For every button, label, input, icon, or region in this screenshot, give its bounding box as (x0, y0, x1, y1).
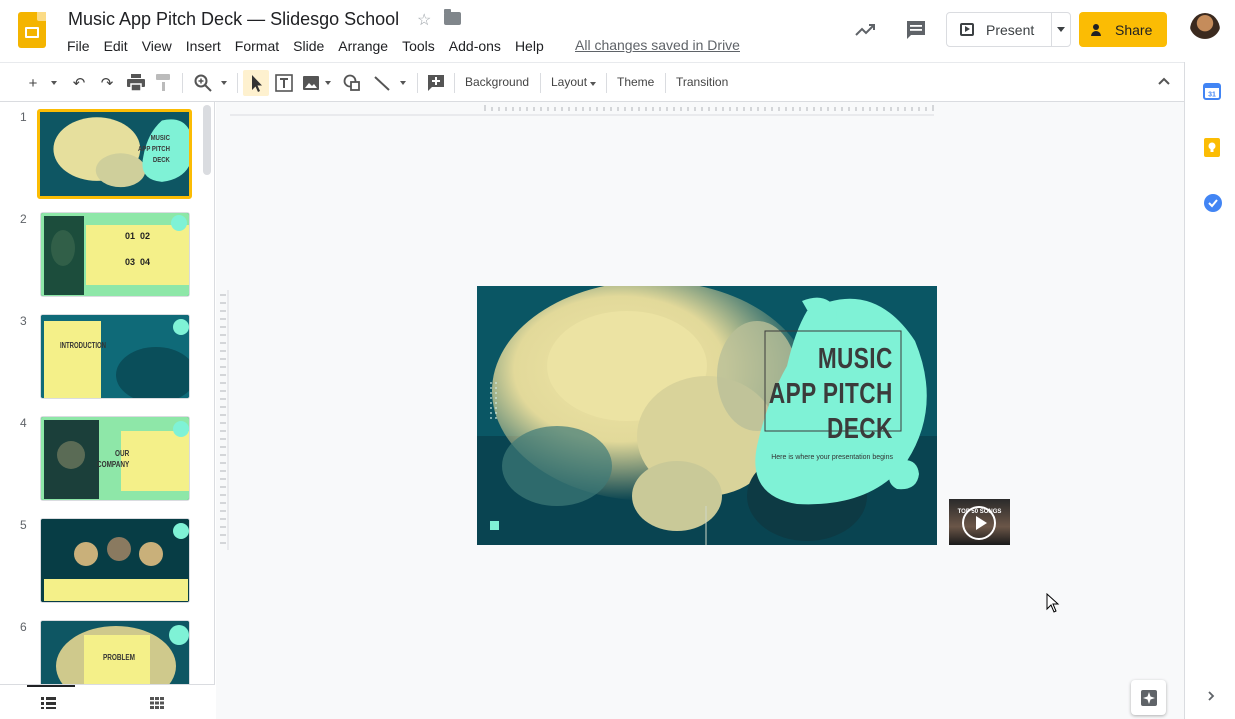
app-header: Music App Pitch Deck — Slidesgo School ☆… (0, 0, 1235, 62)
layout-dropdown-icon (590, 82, 597, 86)
text-box-icon[interactable] (275, 74, 293, 92)
redo-icon[interactable]: ↷ (96, 71, 118, 95)
play-icon[interactable] (962, 506, 996, 540)
thumbnail-number: 01 (125, 231, 136, 241)
filmstrip-view-icon[interactable] (41, 697, 56, 709)
filmstrip-scrollbar[interactable] (203, 105, 211, 175)
slide-subtitle[interactable]: Here is where your presentation begins (771, 454, 893, 461)
comment-icon[interactable] (904, 18, 928, 42)
present-button-group: Present (946, 12, 1071, 47)
slide-number: 2 (20, 212, 27, 226)
slide-thumbnail-art (41, 213, 189, 296)
keep-icon[interactable] (1204, 138, 1220, 157)
paint-format-icon[interactable] (156, 74, 172, 91)
slide-number: 3 (20, 314, 27, 328)
calendar-icon[interactable]: 31 (1203, 82, 1221, 100)
slide-thumbnail-art (41, 519, 189, 602)
slide-number: 4 (20, 416, 27, 430)
side-panel: 31 (1184, 62, 1235, 719)
menu-format[interactable]: Format (228, 37, 286, 55)
present-icon (960, 23, 974, 36)
shape-icon[interactable] (343, 74, 361, 92)
vertical-ruler[interactable] (217, 290, 229, 550)
menu-arrange[interactable]: Arrange (331, 37, 395, 55)
slide-thumbnail-3[interactable]: INTRODUCTION (40, 314, 190, 399)
menu-add-ons[interactable]: Add-ons (442, 37, 508, 55)
present-button[interactable]: Present (947, 13, 1051, 46)
menu-slide[interactable]: Slide (286, 37, 331, 55)
slide-thumbnail-4[interactable]: OUR COMPANY (40, 416, 190, 501)
expand-panel-chevron-icon[interactable] (1207, 690, 1215, 702)
collapse-toolbar-chevron-icon[interactable] (1157, 76, 1171, 86)
transition-button[interactable]: Transition (676, 75, 728, 89)
thumbnail-number: 02 (140, 231, 151, 241)
current-slide[interactable]: MUSIC APP PITCH DECK Here is where your … (477, 286, 937, 545)
explore-icon (1140, 689, 1157, 706)
menu-help[interactable]: Help (508, 37, 551, 55)
menu-insert[interactable]: Insert (179, 37, 228, 55)
new-slide-icon[interactable]: + (24, 71, 42, 95)
theme-button[interactable]: Theme (617, 75, 654, 89)
slides-logo-icon[interactable] (18, 12, 46, 48)
slide-number: 5 (20, 518, 27, 532)
explore-button[interactable] (1131, 680, 1166, 715)
share-button[interactable]: Share (1079, 12, 1167, 47)
folder-icon[interactable] (444, 9, 461, 25)
menu-tools[interactable]: Tools (395, 37, 442, 55)
filmstrip-panel: 1 MUSIC APP PITCH DECK 2 01 02 03 04 3 I… (0, 102, 215, 719)
slide-thumbnail-2[interactable]: 01 02 03 04 (40, 212, 190, 297)
mouse-cursor-icon (1046, 593, 1060, 613)
menu-view[interactable]: View (135, 37, 179, 55)
layout-button[interactable]: Layout (551, 75, 597, 89)
undo-icon[interactable]: ↶ (68, 71, 90, 95)
toolbar: + ↶ ↷ Background Layout Theme Transition (0, 62, 1184, 102)
save-status-link[interactable]: All changes saved in Drive (575, 37, 740, 53)
slide-thumbnail-1[interactable]: MUSIC APP PITCH DECK (37, 109, 192, 199)
add-comment-icon[interactable] (427, 74, 445, 92)
svg-text:31: 31 (1208, 92, 1216, 99)
share-label: Share (1115, 21, 1153, 38)
add-person-icon (1091, 23, 1107, 36)
line-icon[interactable] (373, 74, 391, 92)
thumbnail-title: OUR COMPANY (97, 449, 130, 469)
menu-edit[interactable]: Edit (97, 37, 135, 55)
layout-label: Layout (551, 75, 588, 89)
menu-file[interactable]: File (60, 37, 97, 55)
zoom-icon[interactable] (194, 74, 212, 92)
background-button[interactable]: Background (465, 75, 529, 89)
image-dropdown-icon[interactable] (322, 71, 334, 95)
print-icon[interactable] (127, 74, 145, 91)
zoom-dropdown-icon[interactable] (218, 71, 230, 95)
slide-thumbnail-art (41, 315, 189, 398)
filmstrip-view-toggle (0, 684, 215, 719)
grid-view-icon[interactable] (150, 697, 164, 709)
avatar[interactable] (1190, 13, 1220, 47)
thumbnail-title: PROBLEM (103, 653, 135, 662)
horizontal-ruler[interactable] (230, 102, 934, 116)
line-dropdown-icon[interactable] (397, 71, 409, 95)
cursor-arrow-icon (252, 75, 262, 92)
thumbnail-title: INTRODUCTION (60, 341, 106, 350)
present-dropdown-button[interactable] (1051, 13, 1071, 46)
slide-number: 6 (20, 620, 27, 634)
document-title[interactable]: Music App Pitch Deck — Slidesgo School (68, 9, 399, 30)
present-label: Present (986, 21, 1035, 38)
video-thumbnail[interactable]: TOP 50 SONGS (949, 499, 1010, 545)
thumbnail-title: MUSIC APP PITCH DECK (138, 133, 170, 164)
new-slide-dropdown-icon[interactable] (48, 71, 60, 95)
thumbnail-number: 03 (125, 257, 136, 267)
thumbnail-number: 04 (140, 257, 151, 267)
activity-trend-icon[interactable] (853, 18, 877, 42)
tasks-icon[interactable] (1203, 193, 1223, 213)
slide-thumbnail-5[interactable] (40, 518, 190, 603)
slide-title[interactable]: MUSIC APP PITCH DECK (769, 342, 893, 447)
select-tool-button[interactable] (243, 70, 269, 96)
image-icon[interactable] (302, 74, 320, 92)
star-icon[interactable]: ☆ (417, 10, 431, 30)
slide-number: 1 (20, 110, 27, 124)
menu-bar: File Edit View Insert Format Slide Arran… (60, 37, 551, 55)
